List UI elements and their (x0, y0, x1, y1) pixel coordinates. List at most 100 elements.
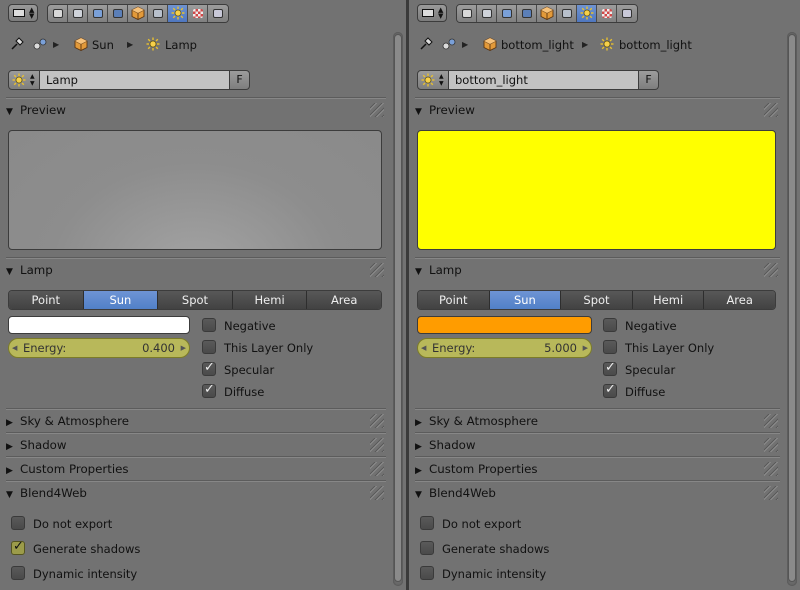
lamp-type-spot[interactable]: Spot (158, 291, 233, 309)
generate-shadows-checkbox[interactable]: ✓ (11, 539, 25, 555)
panel-header-sky[interactable]: ▶ Sky & Atmosphere (415, 411, 776, 431)
panel-drag-grip-icon[interactable] (370, 263, 384, 277)
breadcrumb-lamp-data: Lamp (165, 38, 197, 52)
lamp-type-point[interactable]: Point (9, 291, 84, 309)
tab-lamp-data[interactable] (168, 5, 188, 22)
disclosure-closed-icon: ▶ (415, 418, 422, 428)
lamp-type-point[interactable]: Point (418, 291, 490, 309)
panel-header-b4w[interactable]: ▼ Blend4Web (6, 483, 382, 503)
do-not-export-checkbox[interactable] (11, 516, 25, 530)
fake-user-button[interactable]: F (639, 70, 659, 90)
disclosure-closed-icon: ▶ (6, 466, 13, 476)
tab-scene[interactable] (497, 5, 517, 22)
panel-drag-grip-icon[interactable] (370, 103, 384, 117)
dynamic-intensity-checkbox[interactable] (11, 566, 25, 580)
panel-drag-grip-icon[interactable] (370, 438, 384, 452)
tab-world[interactable] (517, 5, 537, 22)
tab-world[interactable] (108, 5, 128, 22)
panel-header-shadow[interactable]: ▶ Shadow (415, 435, 776, 455)
tab-render-layers[interactable] (68, 5, 88, 22)
section-separator (415, 481, 780, 482)
panel-drag-grip-icon[interactable] (764, 103, 778, 117)
lamp-color-field[interactable] (417, 316, 592, 334)
pin-icon[interactable] (10, 37, 24, 51)
energy-field[interactable]: ◀ Energy: 0.400 ▶ (8, 338, 190, 358)
pin-icon[interactable] (419, 37, 433, 51)
generate-shadows-checkbox[interactable] (420, 541, 434, 555)
lamp-type-area[interactable]: Area (307, 291, 381, 309)
tab-render-layers[interactable] (477, 5, 497, 22)
tab-object[interactable] (537, 5, 557, 22)
panel-drag-grip-icon[interactable] (370, 462, 384, 476)
tab-object[interactable] (128, 5, 148, 22)
increment-arrow-icon[interactable]: ▶ (181, 344, 186, 352)
lamp-type-area[interactable]: Area (704, 291, 775, 309)
scrollbar[interactable] (393, 32, 403, 586)
increment-arrow-icon[interactable]: ▶ (583, 344, 588, 352)
editor-type-menu[interactable]: ▲ ▼ (417, 4, 447, 22)
fake-user-button[interactable]: F (230, 70, 250, 90)
lamp-type-hemi[interactable]: Hemi (232, 291, 308, 309)
browse-lamp-button[interactable]: ▲ ▼ (8, 70, 40, 90)
updown-arrows-icon: ▲ ▼ (29, 6, 35, 20)
lamp-type-spot[interactable]: Spot (561, 291, 633, 309)
lamp-type-hemi[interactable]: Hemi (632, 291, 705, 309)
tab-texture[interactable] (188, 5, 208, 22)
browse-lamp-button[interactable]: ▲ ▼ (417, 70, 449, 90)
specular-checkbox[interactable]: ✓ (202, 360, 216, 376)
diffuse-checkbox[interactable]: ✓ (202, 382, 216, 398)
dynamic-intensity-checkbox[interactable] (420, 566, 434, 580)
tab-render[interactable] (48, 5, 68, 22)
decrement-arrow-icon[interactable]: ◀ (421, 344, 426, 352)
negative-checkbox[interactable] (202, 318, 216, 332)
panel-header-custom[interactable]: ▶ Custom Properties (415, 459, 776, 479)
scene-icon (502, 9, 512, 18)
panel-drag-grip-icon[interactable] (764, 438, 778, 452)
diffuse-checkbox[interactable]: ✓ (603, 382, 617, 398)
tab-render[interactable] (457, 5, 477, 22)
panel-header-lamp[interactable]: ▼ Lamp (6, 260, 382, 280)
tab-lamp-data[interactable] (577, 5, 597, 22)
panel-drag-grip-icon[interactable] (764, 486, 778, 500)
panel-header-preview[interactable]: ▼ Preview (6, 100, 382, 120)
negative-checkbox[interactable] (603, 318, 617, 332)
this-layer-only-checkbox[interactable] (202, 340, 216, 354)
lamp-type-sun[interactable]: Sun (489, 291, 562, 309)
lamp-type-sun[interactable]: Sun (83, 291, 159, 309)
do-not-export-checkbox[interactable] (420, 516, 434, 530)
panel-drag-grip-icon[interactable] (764, 462, 778, 476)
updown-arrows-icon: ▲ ▼ (439, 73, 444, 87)
tab-physics[interactable] (208, 5, 228, 22)
panel-drag-grip-icon[interactable] (764, 414, 778, 428)
panel-drag-grip-icon[interactable] (370, 414, 384, 428)
lamp-name-field[interactable]: bottom_light (449, 70, 639, 90)
lamp-color-field[interactable] (8, 316, 190, 334)
scrollbar-thumb[interactable] (394, 34, 402, 582)
render-icon (53, 9, 63, 18)
decrement-arrow-icon[interactable]: ◀ (12, 344, 17, 352)
generate-shadows-label: Generate shadows (442, 542, 550, 556)
panel-header-custom[interactable]: ▶ Custom Properties (6, 459, 382, 479)
this-layer-only-checkbox[interactable] (603, 340, 617, 354)
tab-physics[interactable] (617, 5, 637, 22)
tab-texture[interactable] (597, 5, 617, 22)
panel-header-sky[interactable]: ▶ Sky & Atmosphere (6, 411, 382, 431)
tab-constraints[interactable] (557, 5, 577, 22)
scrollbar-thumb[interactable] (788, 34, 796, 582)
section-separator (6, 481, 386, 482)
breadcrumb-arrow-icon: ▶ (462, 40, 469, 49)
updown-arrows-icon: ▲ ▼ (438, 6, 444, 20)
panel-drag-grip-icon[interactable] (764, 263, 778, 277)
lamp-name-field[interactable]: Lamp (40, 70, 230, 90)
panel-header-lamp[interactable]: ▼ Lamp (415, 260, 776, 280)
panel-drag-grip-icon[interactable] (370, 486, 384, 500)
panel-header-shadow[interactable]: ▶ Shadow (6, 435, 382, 455)
energy-field[interactable]: ◀ Energy: 5.000 ▶ (417, 338, 592, 358)
tab-scene[interactable] (88, 5, 108, 22)
editor-type-menu[interactable]: ▲ ▼ (8, 4, 38, 22)
specular-checkbox[interactable]: ✓ (603, 360, 617, 376)
scrollbar[interactable] (787, 32, 797, 586)
panel-header-preview[interactable]: ▼ Preview (415, 100, 776, 120)
tab-constraints[interactable] (148, 5, 168, 22)
panel-header-b4w[interactable]: ▼ Blend4Web (415, 483, 776, 503)
